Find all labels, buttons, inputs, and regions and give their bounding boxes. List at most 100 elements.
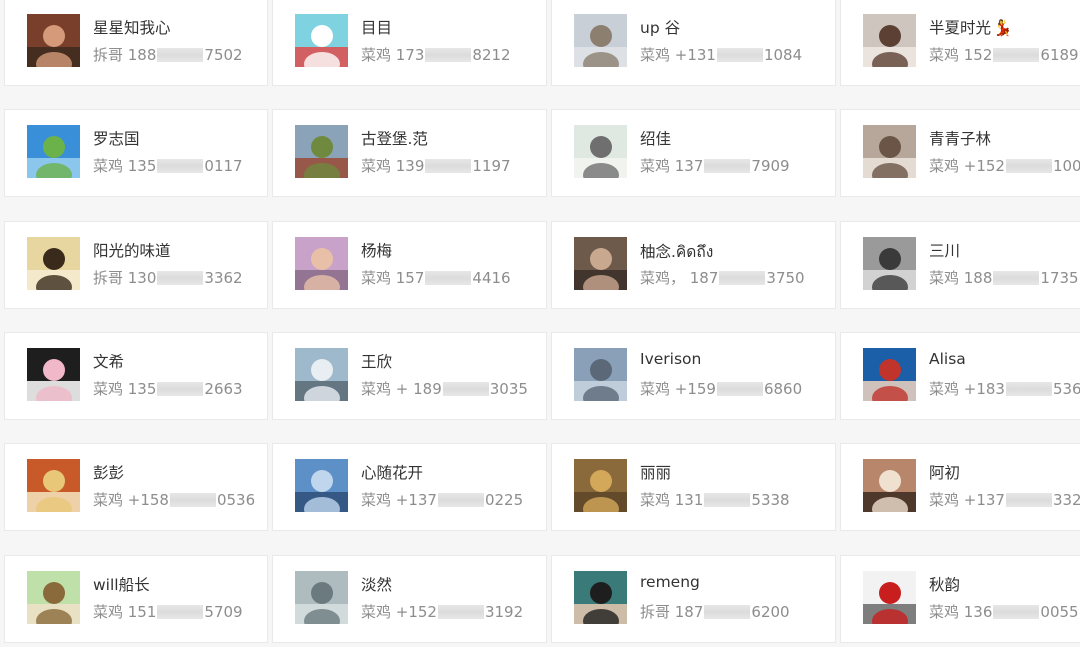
contact-name-text: 罗志国 [93, 130, 140, 148]
hedgehog-sketch-photo [574, 125, 627, 178]
contact-phone: 菜鸡 +137 3324 [929, 489, 1080, 510]
contact-name-text: Alisa [929, 350, 966, 368]
contact-name-text: 心随花开 [361, 464, 424, 482]
contact-card[interactable]: 三川 菜鸡 188 1735 [840, 221, 1080, 309]
redaction-bar [704, 158, 751, 173]
contact-name: up 谷 [640, 16, 680, 38]
contact-name-text: 文希 [93, 353, 125, 371]
contact-phone: 菜鸡 135 2663 [93, 378, 243, 399]
seaside-person-photo [574, 14, 627, 67]
contact-card[interactable]: 淡然 菜鸡 +152 3192 [272, 555, 547, 643]
contact-name-text: 柚念.คิดถึง [640, 243, 714, 261]
contact-name: 丽丽 [640, 461, 671, 483]
phone-suffix: 1084 [763, 45, 803, 64]
contact-phone: 菜鸡 188 1735 [929, 267, 1079, 288]
contact-card[interactable]: 绍佳 菜鸡 137 7909 [551, 109, 836, 197]
couple-red-photo [863, 348, 916, 401]
cartoon-girl-photo [27, 237, 80, 290]
contact-phone: 菜鸡 139 1197 [361, 155, 511, 176]
phone-suffix: 1197 [472, 156, 511, 175]
contact-name: remeng [640, 573, 700, 591]
phone-prefix: 菜鸡 +137 [929, 491, 1005, 509]
redaction-bar [157, 270, 204, 285]
contact-card[interactable]: 目目菜鸡 173 8212 [272, 0, 547, 86]
contact-card[interactable]: 半夏时光 💃 菜鸡 152 6189 [840, 0, 1080, 86]
contact-phone: 菜鸡 135 0117 [93, 155, 243, 176]
phone-suffix: 2663 [204, 379, 243, 398]
contact-card[interactable]: 阳光的味道 拆哥 130 3362 [4, 221, 268, 309]
redaction-bar [425, 270, 472, 285]
contact-name: 目目 [361, 16, 392, 38]
phone-prefix: 菜鸡 188 [929, 269, 993, 287]
contact-name-text: 古登堡.范 [361, 130, 428, 148]
contact-name-text: 阳光的味道 [93, 242, 171, 260]
contact-name-text: 王欣 [361, 353, 393, 371]
phone-prefix: 菜鸡 136 [929, 603, 993, 621]
contact-card[interactable]: 柚念.คิดถึง 菜鸡， 187 3750 [551, 221, 836, 309]
phone-suffix: 8212 [472, 45, 511, 64]
contact-name-text: Iverison [640, 350, 702, 368]
contact-name: 半夏时光 💃 [929, 16, 1012, 38]
mountain-person-photo [295, 125, 348, 178]
contact-name: Iverison [640, 350, 701, 368]
contact-card[interactable]: 心随花开 菜鸡 +137 0225 [272, 443, 547, 531]
redaction-bar [437, 492, 484, 507]
contact-card[interactable]: 星星知我心 拆哥 188 7502 [4, 0, 268, 86]
city-street-photo [574, 348, 627, 401]
contact-card[interactable]: 秋韵菜鸡 136 0055 [840, 555, 1080, 643]
contact-phone: 菜鸡 +159 6860 [640, 378, 802, 399]
contact-card[interactable]: 杨梅菜鸡 157 4416 [272, 221, 547, 309]
redaction-bar [719, 270, 766, 285]
contact-name-text: 阿初 [929, 464, 961, 482]
contact-card[interactable]: up 谷菜鸡 +131 1084 [551, 0, 836, 86]
contact-card[interactable]: Iverison 菜鸡 +159 6860 [551, 332, 836, 420]
contact-phone: 菜鸡 151 5709 [93, 601, 243, 622]
phone-suffix: 3192 [484, 602, 524, 621]
phone-suffix: 1735 [1040, 268, 1079, 287]
contact-card[interactable]: 丽丽 菜鸡 131 5338 [551, 443, 836, 531]
contact-phone: 菜鸡 157 4416 [361, 267, 511, 288]
contact-name: 杨梅 [361, 239, 392, 261]
phone-prefix: 菜鸡 131 [640, 491, 704, 509]
contact-card[interactable]: Alisa 菜鸡 +183 5369 [840, 332, 1080, 420]
rainbow-field-photo [27, 125, 80, 178]
contact-card[interactable]: 罗志国菜鸡 135 0117 [4, 109, 268, 197]
winged-girl-photo [27, 348, 80, 401]
statue-sky-photo [295, 348, 348, 401]
red-maple-leaf-photo [863, 571, 916, 624]
contact-card[interactable]: 王欣菜鸡 + 189 3035 [272, 332, 547, 420]
contact-card[interactable]: 文希菜鸡 135 2663 [4, 332, 268, 420]
cartoon-bear-photo [295, 14, 348, 67]
babies-photo [295, 237, 348, 290]
redaction-bar [425, 158, 472, 173]
dog-face-photo [863, 459, 916, 512]
contact-card[interactable]: 彭彭 菜鸡 +158 0536 [4, 443, 268, 531]
contact-name: 青青子林 [929, 127, 991, 149]
redaction-bar [1005, 381, 1052, 396]
contact-phone: 菜鸡 173 8212 [361, 44, 511, 65]
redaction-bar [993, 604, 1040, 619]
phone-suffix: 0055 [1040, 602, 1079, 621]
contact-card[interactable]: 阿初菜鸡 +137 3324 [840, 443, 1080, 531]
phone-suffix: 7909 [751, 156, 790, 175]
contact-name-text: 杨梅 [361, 242, 393, 260]
contact-name: Alisa [929, 350, 966, 368]
contact-card[interactable]: remeng 拆哥 187 6200 [551, 555, 836, 643]
contact-name-text: 星星知我心 [93, 19, 171, 37]
phone-prefix: 菜鸡 + 189 [361, 380, 442, 398]
contact-name: 秋韵 [929, 573, 960, 595]
contact-phone: 菜鸡 +152 1009 [929, 155, 1080, 176]
father-baby-photo [863, 125, 916, 178]
redaction-bar [157, 381, 204, 396]
contact-card[interactable]: 古登堡.范菜鸡 139 1197 [272, 109, 547, 197]
contact-name: 柚念.คิดถึง [640, 239, 713, 264]
contact-card[interactable]: will船长 菜鸡 151 5709 [4, 555, 268, 643]
contact-name: 心随花开 [361, 461, 423, 483]
girl-portrait-photo [863, 14, 916, 67]
contact-card[interactable]: 青青子林菜鸡 +152 1009 [840, 109, 1080, 197]
contact-name-text: 秋韵 [929, 576, 961, 594]
contact-phone: 菜鸡 + 189 3035 [361, 378, 528, 399]
contact-phone: 菜鸡 136 0055 [929, 601, 1079, 622]
phone-prefix: 菜鸡 137 [640, 157, 704, 175]
phone-prefix: 菜鸡 157 [361, 269, 425, 287]
